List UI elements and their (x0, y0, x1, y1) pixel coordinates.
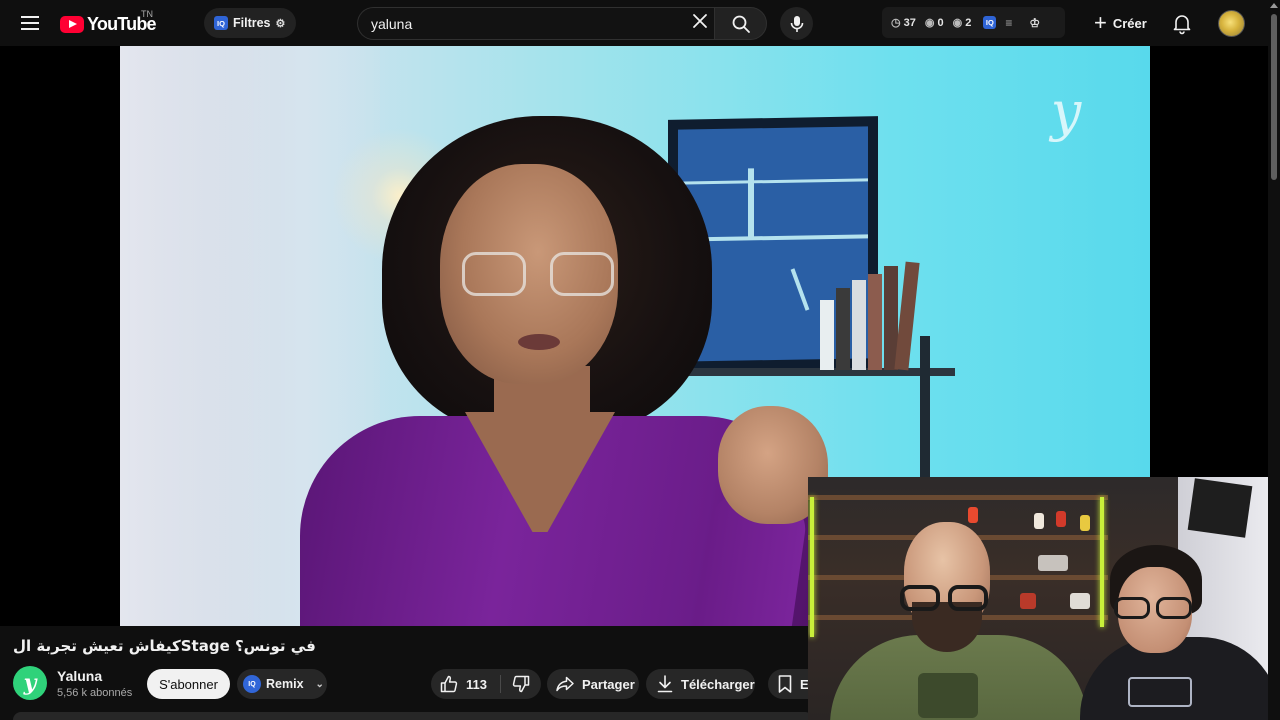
channel-name[interactable]: Yaluna (57, 668, 102, 684)
scrollbar-thumb[interactable] (1271, 14, 1277, 180)
download-button[interactable]: Télécharger (646, 669, 755, 699)
presenter (230, 116, 850, 626)
extension-stats-bar[interactable]: ◷ 37 ◉ 0 ◉ 2 IQ ≡ ♔ (882, 7, 1065, 38)
share-label: Partager (582, 676, 635, 692)
download-label: Télécharger (681, 676, 755, 692)
remix-button[interactable]: IQ Remix ⌄ (237, 669, 327, 699)
create-button[interactable]: + Créer (1086, 8, 1159, 39)
share-button[interactable]: Partager (547, 669, 639, 699)
thumbs-down-icon (512, 675, 530, 693)
remix-label: Remix (266, 677, 304, 691)
page-scrollbar[interactable] (1268, 0, 1280, 720)
search-input[interactable] (371, 8, 671, 39)
subscribe-button[interactable]: S'abonner (147, 669, 230, 699)
eye-watching-icon: ◉ (952, 17, 963, 29)
search-box (357, 7, 714, 40)
eye-icon: ◉ (924, 17, 935, 29)
scroll-up-arrow-icon[interactable] (1270, 3, 1278, 8)
like-count: 113 (466, 676, 487, 692)
tune-icon: ⚙ (275, 17, 286, 30)
channel-avatar[interactable]: y (13, 666, 47, 700)
share-icon (556, 676, 574, 692)
clock-icon: ◷ (891, 17, 901, 29)
iq-extension-icon[interactable]: IQ (983, 16, 997, 29)
like-button[interactable]: 113 (431, 669, 500, 699)
search-button[interactable] (714, 7, 767, 40)
youtube-play-icon (60, 15, 84, 33)
video-title: كيفاش تعيش تجربة الStage في تونس؟ (13, 637, 316, 655)
create-label: Créer (1112, 16, 1147, 31)
voice-search-button[interactable] (780, 7, 813, 40)
dislike-button[interactable] (501, 669, 541, 699)
iq-extension-icon: IQ (243, 675, 261, 693)
plus-icon: + (1094, 9, 1107, 35)
account-avatar[interactable] (1218, 10, 1245, 37)
trophy-icon[interactable]: ♔ (1029, 16, 1040, 30)
menu-icon[interactable] (18, 11, 42, 35)
bookmark-icon (778, 675, 792, 693)
description-box[interactable] (13, 712, 813, 720)
iq-extension-icon: IQ (214, 16, 228, 30)
webcam-overlay (808, 477, 1280, 720)
microphone-icon (790, 15, 803, 32)
filters-button[interactable]: IQ Filtres ⚙ (204, 8, 297, 38)
clear-search-icon[interactable] (692, 13, 708, 29)
stat-visible: 0 (937, 16, 944, 29)
download-icon (657, 675, 673, 693)
notifications-bell-icon[interactable] (1170, 11, 1194, 35)
subscriber-count: 5,56 k abonnés (57, 687, 133, 699)
search-icon (732, 15, 750, 33)
channel-watermark[interactable]: y (1036, 80, 1096, 144)
playlist-icon[interactable]: ≡ (1005, 16, 1012, 30)
masthead: YouTube TN IQ Filtres ⚙ ◷ 37 ◉ 0 ◉ 2 IQ … (0, 0, 1280, 46)
chevron-down-icon: ⌄ (315, 678, 324, 690)
like-dislike-group: 113 (431, 669, 541, 699)
thumbs-up-icon (440, 675, 458, 693)
stat-views: 37 (903, 16, 916, 29)
filters-label: Filtres (233, 16, 271, 30)
country-code: TN (141, 9, 153, 19)
stat-watching: 2 (965, 16, 972, 29)
